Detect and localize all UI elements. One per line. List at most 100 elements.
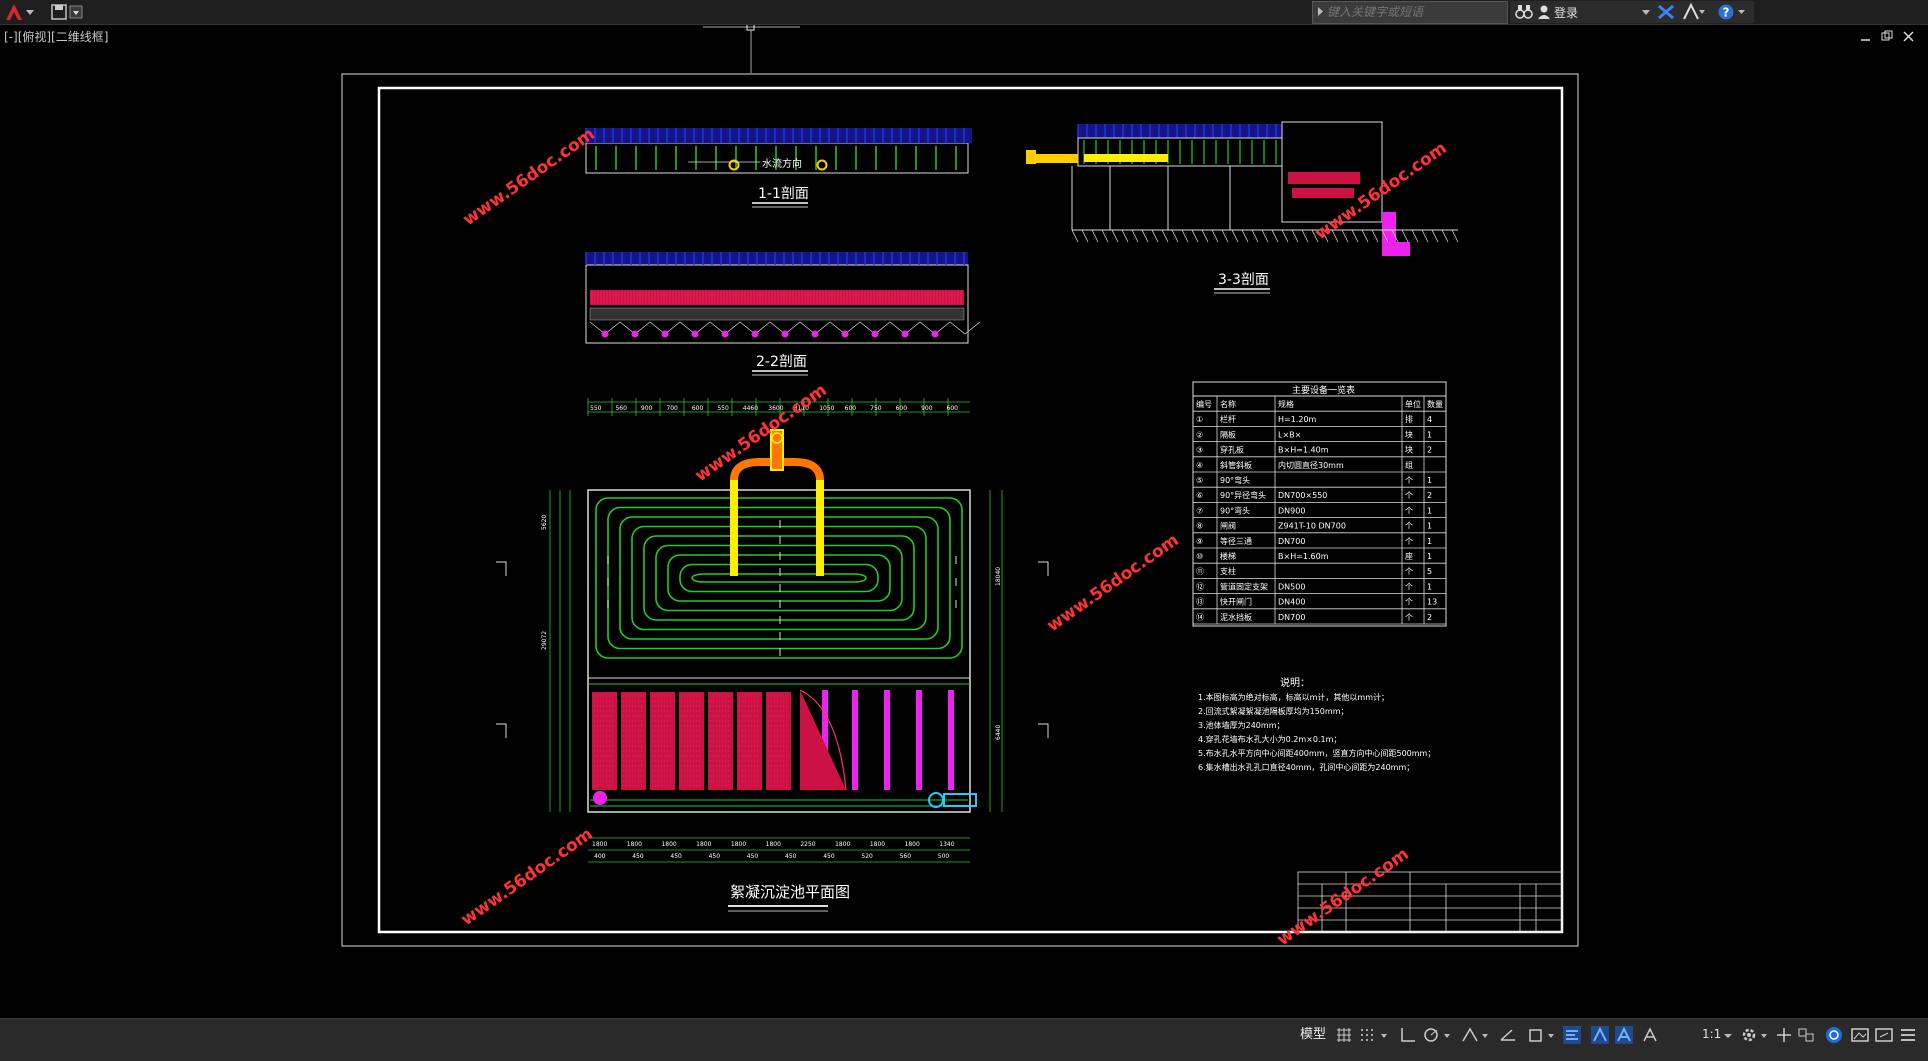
transparency-icon[interactable] — [1590, 1025, 1610, 1045]
table-cell: ⑬ — [1196, 598, 1204, 607]
drawing-canvas[interactable]: 水流方向 1-1剖面 2-2剖面 3-3剖面 550 560 900 700 6… — [0, 25, 1928, 1017]
dim-label: 1800 — [627, 841, 642, 848]
model-tab[interactable]: 模型 — [1298, 1024, 1328, 1046]
quick-access-toolbar-button[interactable] — [48, 2, 86, 22]
dim-label: 450 — [747, 853, 759, 860]
table-cell: 1 — [1427, 522, 1432, 531]
table-header: 单位 — [1405, 399, 1421, 409]
dim-label: 750 — [870, 405, 882, 412]
annotation-scale-value[interactable]: 1:1 — [1702, 1027, 1721, 1041]
title-bar: 登录 ? — [0, 0, 1928, 25]
note-line: 5.布水孔水平方向中心间距400mm，竖直方向中心间距500mm； — [1198, 748, 1435, 758]
dim-label: 1800 — [731, 841, 746, 848]
object-track-icon[interactable] — [1498, 1025, 1522, 1045]
table-cell: L×B× — [1278, 430, 1301, 439]
table-cell: 组 — [1405, 460, 1413, 470]
workspace-gear-icon[interactable] — [1740, 1025, 1772, 1045]
dim-label: 450 — [670, 853, 682, 860]
chevron-down-icon[interactable] — [1722, 1025, 1736, 1045]
table-cell: 座 — [1405, 551, 1413, 561]
user-icon[interactable] — [1536, 1, 1552, 23]
section-2-2-title: 2-2剖面 — [756, 354, 807, 370]
a360-icon[interactable] — [1680, 1, 1706, 23]
notes: 说明： 1.本图标高为绝对标高，标高以m计，其他以mm计； 2.回流式絮凝絮凝池隔… — [1198, 676, 1435, 772]
plus-icon[interactable] — [1774, 1025, 1794, 1045]
annotation-scale-icon[interactable] — [1614, 1025, 1634, 1045]
search-box[interactable] — [1312, 1, 1508, 24]
table-cell: ⑩ — [1196, 552, 1203, 561]
table-cell: 2 — [1427, 446, 1432, 455]
sheet-border — [341, 73, 1579, 947]
table-cell: 4 — [1427, 415, 1432, 424]
watermark-text: www.56doc.com — [691, 380, 830, 486]
dim-label: 1800 — [696, 841, 711, 848]
exchange-icon[interactable] — [1656, 1, 1676, 23]
dim-label: 5620 — [541, 515, 548, 530]
dim-label: 550 — [590, 405, 602, 412]
plan-title: 絮凝沉淀池平面图 — [730, 883, 850, 901]
table-cell: ④ — [1196, 461, 1203, 470]
note-line: 4.穿孔花墙布水孔大小为0.2m×0.1m； — [1198, 734, 1341, 744]
table-cell: 支柱 — [1220, 566, 1236, 576]
hardware-acceleration-icon[interactable] — [1850, 1025, 1870, 1045]
polar-icon[interactable] — [1422, 1025, 1454, 1045]
table-cell: 内切圆直径30mm — [1278, 460, 1344, 470]
dim-label: 1800 — [905, 841, 920, 848]
dim-label: 450 — [709, 853, 721, 860]
table-cell: B×H=1.60m — [1278, 552, 1329, 561]
section-2-2: 2-2剖面 — [585, 252, 981, 376]
equipment-table-title: 主要设备一览表 — [1292, 384, 1355, 396]
clean-screen-icon[interactable] — [1874, 1025, 1894, 1045]
grid-icon[interactable] — [1334, 1025, 1354, 1045]
table-cell: 个 — [1405, 506, 1413, 515]
note-line: 2.回流式絮凝絮凝池隔板厚均为150mm； — [1198, 706, 1349, 716]
isometric-icon[interactable] — [1460, 1025, 1492, 1045]
help-icon[interactable]: ? — [1716, 1, 1750, 23]
table-cell: 5 — [1427, 567, 1432, 576]
section-3-3-title: 3-3剖面 — [1218, 272, 1269, 288]
dim-label: 18040 — [995, 567, 1002, 586]
annotation-visibility-icon[interactable] — [1640, 1025, 1660, 1045]
table-cell: DN500 — [1278, 582, 1305, 591]
table-cell: 排 — [1405, 414, 1413, 424]
dim-label: 900 — [921, 405, 933, 412]
customization-menu-icon[interactable] — [1898, 1025, 1918, 1045]
snap-icon[interactable] — [1358, 1025, 1390, 1045]
lineweight-icon[interactable] — [1562, 1025, 1582, 1045]
table-cell: 闸阀 — [1220, 522, 1236, 531]
dim-label: 29072 — [541, 631, 548, 650]
table-cell: DN700 — [1278, 537, 1305, 546]
ortho-icon[interactable] — [1398, 1025, 1418, 1045]
table-cell: 个 — [1405, 537, 1413, 546]
login-link[interactable]: 登录 — [1554, 4, 1578, 21]
table-header: 数量 — [1427, 399, 1443, 409]
section-1-1-title: 1-1剖面 — [758, 186, 809, 202]
section-1-1: 水流方向 1-1剖面 — [585, 128, 972, 208]
table-cell: 个 — [1405, 491, 1413, 500]
notes-title: 说明： — [1280, 676, 1310, 689]
osnap-icon[interactable] — [1526, 1025, 1558, 1045]
table-cell: ⑦ — [1196, 506, 1203, 515]
search-input[interactable] — [1327, 2, 1503, 21]
binoculars-icon[interactable] — [1512, 1, 1536, 23]
table-header: 规格 — [1278, 399, 1294, 409]
table-cell: 栏杆 — [1220, 414, 1236, 424]
table-cell: H=1.20m — [1278, 415, 1317, 424]
isolate-objects-icon[interactable] — [1824, 1025, 1844, 1045]
table-cell: 1 — [1427, 506, 1432, 515]
save-icon — [51, 4, 83, 20]
units-icon[interactable] — [1796, 1025, 1820, 1045]
user-area: 登录 ? — [1510, 1, 1754, 23]
table-cell: 个 — [1405, 598, 1413, 607]
table-header: 名称 — [1220, 399, 1236, 409]
table-cell: 个 — [1405, 567, 1413, 576]
expand-arrow-icon — [1318, 7, 1323, 16]
chevron-down-icon[interactable] — [1640, 1, 1652, 23]
application-menu-button[interactable] — [2, 2, 40, 22]
table-cell: ⑧ — [1196, 522, 1203, 531]
table-cell: ⑤ — [1196, 476, 1203, 485]
autocad-logo-icon — [6, 4, 34, 20]
dim-label: 600 — [692, 405, 704, 412]
table-cell: ⑪ — [1196, 567, 1204, 576]
table-cell: 个 — [1405, 613, 1413, 622]
